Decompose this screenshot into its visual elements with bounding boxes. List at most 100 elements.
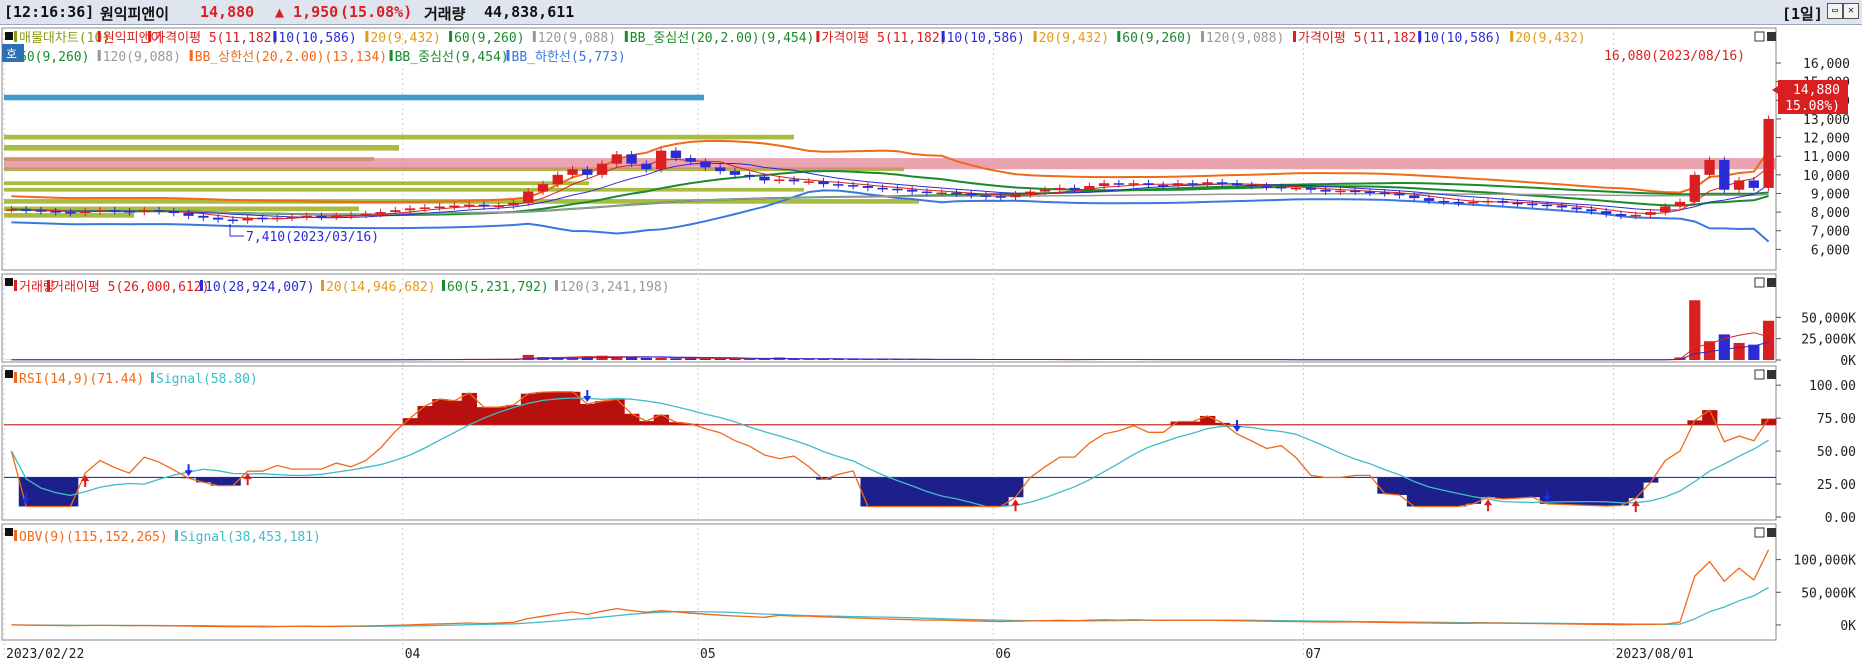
legend-swatch <box>1510 31 1514 42</box>
candle-body <box>596 163 608 175</box>
candle-body <box>847 185 859 187</box>
candle-body <box>316 215 327 218</box>
rsi-overbought-fill <box>402 418 418 425</box>
candle-body <box>1069 187 1080 190</box>
candle-body <box>1246 185 1257 187</box>
candle-body <box>198 215 209 218</box>
candle-body <box>139 210 150 213</box>
candle-body <box>1541 204 1553 207</box>
candle-body <box>153 210 165 212</box>
candle-body <box>523 191 534 203</box>
rsi-oversold-fill <box>1392 477 1408 496</box>
legend-swatch <box>1418 31 1422 42</box>
y-tick-label: 6,000 <box>1811 243 1850 258</box>
candle-body <box>124 211 135 213</box>
legend-item: 120(9,088) <box>1206 31 1284 46</box>
candle-body <box>272 217 283 220</box>
candle-body <box>331 215 342 218</box>
legend-item: 10(10,586) <box>278 31 356 46</box>
legend-item: 20(9,432) <box>1515 31 1585 46</box>
legend-swatch <box>1201 31 1204 42</box>
legend-item: 60(5,231,792) <box>447 280 549 295</box>
legend-item: OBV(9)(115,152,265) <box>19 530 168 545</box>
y-tick-label: 25.00 <box>1817 478 1856 493</box>
rsi-overbought-fill <box>550 391 566 425</box>
candle-body <box>434 206 445 209</box>
legend-swatch <box>273 31 277 42</box>
rsi-overbought-fill <box>447 400 463 425</box>
legend-swatch <box>1117 31 1121 42</box>
rsi-oversold-fill <box>1524 477 1541 498</box>
candle-body <box>759 176 770 181</box>
candle-body <box>94 210 106 212</box>
legend-swatch <box>532 31 536 42</box>
rsi-oversold-fill <box>934 477 950 507</box>
legend-item: 20(9,432) <box>370 31 440 46</box>
candle-body <box>1364 191 1376 194</box>
candle-body <box>700 161 711 168</box>
candle-body <box>1571 207 1582 210</box>
price-change: ▲ 1,950 <box>275 3 339 21</box>
candle-body <box>582 169 593 175</box>
panel-menu-icon <box>5 32 13 40</box>
candle-body <box>390 210 401 213</box>
legend-item: 가격이평 5(11,182) <box>1298 31 1424 46</box>
legend-swatch <box>97 50 101 61</box>
price-tag-pct: ( 15.08%) <box>1770 99 1840 114</box>
y-tick-label: 11,000 <box>1803 150 1850 165</box>
candle-body <box>1674 201 1686 207</box>
current-price: 14,880 <box>200 3 255 21</box>
y-tick-label: 50.00 <box>1817 445 1856 460</box>
candle-body <box>995 196 1006 198</box>
y-tick-label: 7,000 <box>1811 225 1850 240</box>
candle-body <box>449 205 460 208</box>
rsi-oversold-fill <box>63 477 79 507</box>
y-tick-label: 0K <box>1840 619 1856 634</box>
candle-body <box>892 188 903 191</box>
candle-body <box>1290 187 1302 190</box>
legend-item: 가격이평 5(11,182) <box>153 31 279 46</box>
y-tick-label: 0K <box>1840 354 1856 369</box>
candle-body <box>803 181 814 183</box>
legend-swatch <box>555 280 558 291</box>
rsi-oversold-fill <box>1510 477 1526 499</box>
candle-body <box>1704 159 1715 175</box>
x-tick-label: 06 <box>995 647 1011 662</box>
restore-button[interactable]: ▭ <box>1827 3 1843 19</box>
rsi-oversold-fill <box>860 477 876 507</box>
candle-body <box>567 169 578 175</box>
legend-item: 120(9,088) <box>103 50 181 65</box>
close-button[interactable]: ✕ <box>1843 3 1859 19</box>
candle-body <box>6 209 17 211</box>
candle-body <box>655 150 667 170</box>
volume-bar <box>640 357 652 360</box>
chart-canvas[interactable]: 2023/02/22 04 05 06 07 2023/08/01 6,000 7,000 8,… <box>0 25 1862 667</box>
candle-body <box>1305 187 1317 190</box>
volume-bar <box>699 358 712 360</box>
legend-item: 10(10,586) <box>947 31 1025 46</box>
candle-body <box>1054 187 1065 190</box>
legend-item: Signal(38,453,181) <box>180 530 321 545</box>
legend-swatch <box>321 280 324 291</box>
candle-body <box>1187 183 1198 185</box>
panel-maximize-icon <box>1754 277 1765 288</box>
legend-swatch <box>624 31 628 42</box>
rsi-oversold-fill <box>1613 477 1629 506</box>
candle-body <box>1689 174 1700 202</box>
candle-body <box>1276 186 1287 189</box>
volume-profile-band <box>4 181 589 186</box>
y-tick-label: 100,000K <box>1793 554 1856 569</box>
volume-bar <box>670 358 682 360</box>
volume-bar <box>1748 344 1760 360</box>
period-selector[interactable]: [1일] <box>1782 3 1823 24</box>
candle-body <box>1719 159 1730 190</box>
candle-body <box>1128 183 1139 185</box>
candle-body <box>552 174 563 185</box>
legend-item: 120(3,241,198) <box>560 280 670 295</box>
candle-body <box>1261 186 1272 188</box>
candle-body <box>301 215 312 218</box>
x-tick-label: 2023/02/22 <box>6 647 84 662</box>
chart-window: [12:16:36] 원익피앤이 14,880 ▲ 1,950 (15.08%)… <box>0 0 1862 667</box>
legend-item: 60(9,260) <box>1122 31 1192 46</box>
candle-body <box>626 154 637 164</box>
